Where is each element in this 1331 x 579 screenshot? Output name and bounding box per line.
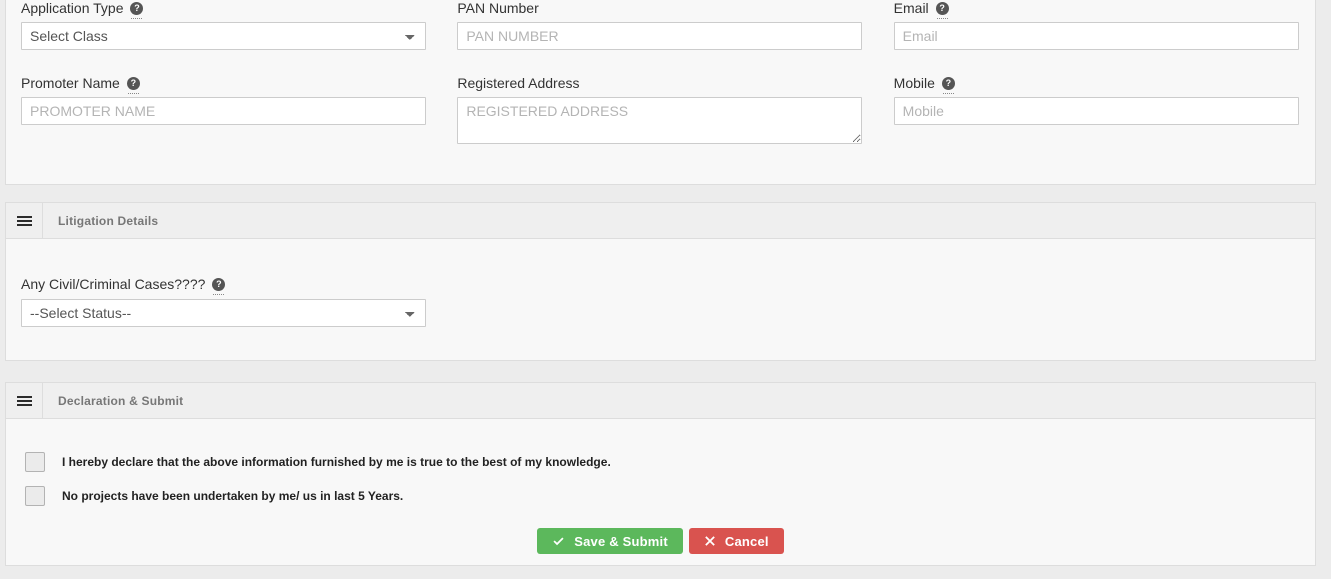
no-projects-checkbox-row: No projects have been undertaken by me/ … bbox=[6, 479, 1315, 513]
registered-address-label-text: Registered Address bbox=[457, 75, 580, 91]
hamburger-icon bbox=[16, 214, 32, 228]
promoter-name-label: Promoter Name ? bbox=[21, 74, 427, 94]
declaration-panel-title: Declaration & Submit bbox=[58, 393, 184, 408]
declaration-checkbox-row: I hereby declare that the above informat… bbox=[6, 445, 1315, 479]
mobile-label-text: Mobile bbox=[893, 75, 935, 91]
email-label-text: Email bbox=[893, 0, 929, 16]
field-mobile: Mobile ? bbox=[879, 74, 1315, 144]
field-pan-number: PAN Number bbox=[442, 0, 878, 50]
question-circle-icon[interactable]: ? bbox=[941, 76, 955, 94]
no-projects-label: No projects have been undertaken by me/ … bbox=[62, 489, 404, 503]
form-row-1: Application Type ? Select Class PAN Numb… bbox=[6, 0, 1315, 50]
no-projects-checkbox[interactable] bbox=[25, 486, 45, 506]
civil-criminal-cases-label: Any Civil/Criminal Cases???? ? bbox=[21, 275, 1300, 295]
declaration-panel-heading: Declaration & Submit bbox=[6, 383, 1315, 419]
field-email: Email ? bbox=[879, 0, 1315, 50]
email-label: Email ? bbox=[893, 0, 1300, 19]
promoter-name-input[interactable] bbox=[21, 97, 426, 125]
application-type-label: Application Type ? bbox=[21, 0, 427, 19]
question-circle-icon[interactable]: ? bbox=[212, 277, 226, 295]
mobile-input[interactable] bbox=[893, 97, 1299, 125]
question-circle-icon[interactable]: ? bbox=[935, 1, 949, 19]
mobile-label: Mobile ? bbox=[893, 74, 1300, 94]
form-row-2: Promoter Name ? Registered Address Mobil… bbox=[6, 74, 1315, 144]
pan-number-input[interactable] bbox=[457, 22, 863, 50]
application-type-label-text: Application Type bbox=[21, 0, 124, 16]
times-icon bbox=[705, 536, 715, 546]
application-details-panel: Application Type ? Select Class PAN Numb… bbox=[5, 0, 1316, 185]
litigation-panel-heading: Litigation Details bbox=[6, 203, 1315, 239]
field-registered-address: Registered Address bbox=[442, 74, 878, 144]
declaration-truth-checkbox[interactable] bbox=[25, 452, 45, 472]
check-icon bbox=[553, 537, 564, 545]
declaration-submit-panel: Declaration & Submit I hereby declare th… bbox=[5, 382, 1316, 566]
cancel-label: Cancel bbox=[724, 533, 769, 549]
email-input[interactable] bbox=[893, 22, 1299, 50]
litigation-drag-handle[interactable] bbox=[6, 203, 43, 238]
save-submit-button[interactable]: Save & Submit bbox=[537, 528, 683, 554]
cancel-button[interactable]: Cancel bbox=[688, 528, 784, 554]
civil-criminal-cases-label-text: Any Civil/Criminal Cases???? bbox=[21, 276, 206, 292]
save-submit-label: Save & Submit bbox=[574, 533, 668, 549]
field-application-type: Application Type ? Select Class bbox=[6, 0, 442, 50]
form-page: Application Type ? Select Class PAN Numb… bbox=[0, 0, 1331, 579]
declaration-truth-label: I hereby declare that the above informat… bbox=[62, 455, 611, 469]
application-type-select[interactable]: Select Class bbox=[21, 22, 426, 50]
declaration-drag-handle[interactable] bbox=[6, 383, 43, 418]
registered-address-label: Registered Address bbox=[457, 74, 863, 92]
litigation-panel-body: Any Civil/Criminal Cases???? ? --Select … bbox=[6, 239, 1315, 327]
question-circle-icon[interactable]: ? bbox=[130, 1, 144, 19]
form-action-buttons: Save & Submit Cancel bbox=[6, 528, 1315, 554]
litigation-panel-title: Litigation Details bbox=[58, 213, 159, 228]
registered-address-textarea[interactable] bbox=[457, 97, 863, 144]
hamburger-icon bbox=[16, 394, 32, 408]
promoter-name-label-text: Promoter Name bbox=[21, 75, 120, 91]
question-circle-icon[interactable]: ? bbox=[126, 76, 140, 94]
field-promoter-name: Promoter Name ? bbox=[6, 74, 442, 144]
declaration-panel-body: I hereby declare that the above informat… bbox=[6, 419, 1315, 554]
litigation-details-panel: Litigation Details Any Civil/Criminal Ca… bbox=[5, 202, 1316, 361]
pan-number-label-text: PAN Number bbox=[457, 0, 539, 16]
pan-number-label: PAN Number bbox=[457, 0, 863, 17]
civil-criminal-cases-select[interactable]: --Select Status-- bbox=[21, 299, 426, 327]
